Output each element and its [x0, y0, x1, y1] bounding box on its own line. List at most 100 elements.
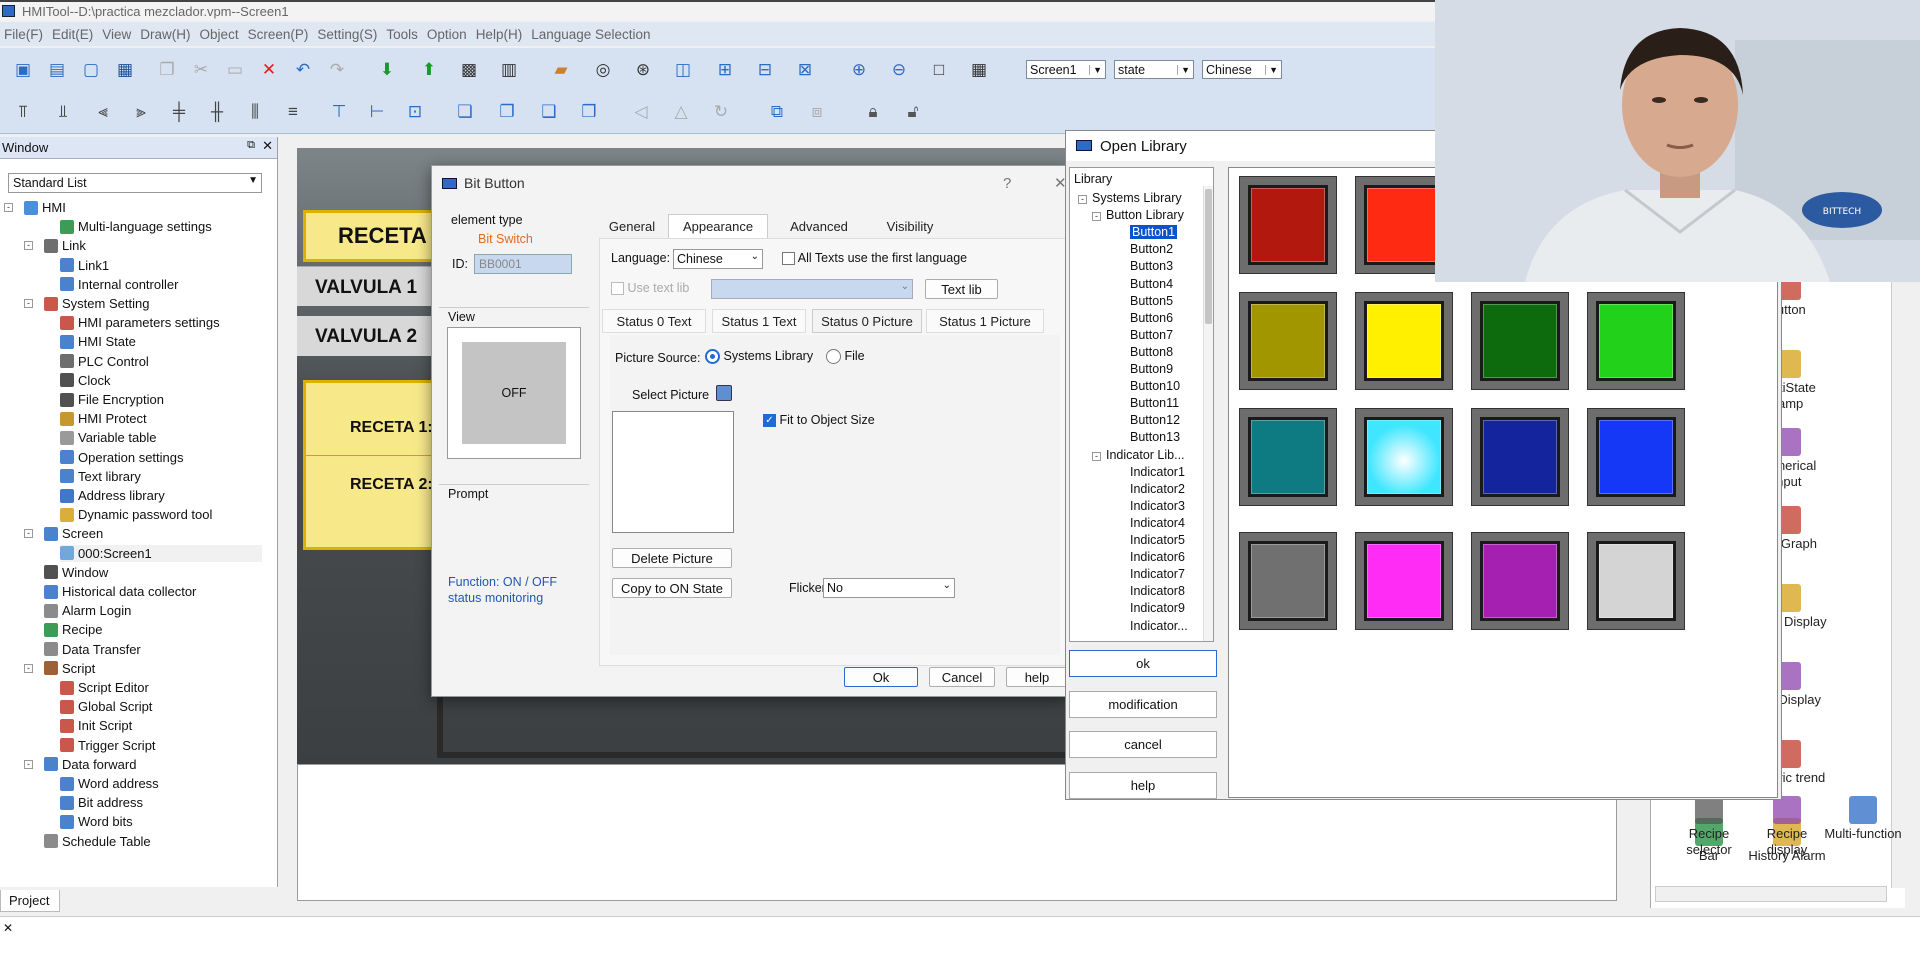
- tree-item[interactable]: HMI Protect: [60, 410, 147, 427]
- library-tree-item[interactable]: Button2: [1130, 242, 1173, 256]
- library-tree-item[interactable]: Indicator7: [1130, 567, 1185, 581]
- grid-icon[interactable]: ▦: [966, 56, 992, 82]
- help-icon[interactable]: ?: [1003, 175, 1011, 192]
- expand-toggle-icon[interactable]: -: [24, 299, 33, 308]
- status-tab[interactable]: Status 1 Picture: [926, 309, 1044, 333]
- tree-item[interactable]: Init Script: [60, 717, 132, 734]
- tree-item[interactable]: Global Script: [60, 698, 152, 715]
- upload-icon[interactable]: ⬆: [416, 56, 442, 82]
- rotate-icon[interactable]: ↻: [708, 98, 734, 124]
- expand-toggle-icon[interactable]: -: [1092, 212, 1101, 222]
- tree-item[interactable]: Alarm Login: [44, 602, 131, 619]
- library-button-picture[interactable]: [1355, 532, 1453, 630]
- expand-toggle-icon[interactable]: -: [24, 759, 33, 769]
- combine-icon[interactable]: ⧉: [764, 98, 790, 124]
- send-back-icon[interactable]: ❐: [494, 98, 520, 124]
- library-tree-item[interactable]: Indicator4: [1130, 516, 1185, 530]
- distribute-v-icon[interactable]: ≡: [280, 98, 306, 124]
- flicker-select[interactable]: No ⌄: [823, 578, 955, 598]
- status-tab[interactable]: Status 0 Picture: [812, 309, 922, 333]
- status-tab[interactable]: Status 0 Text: [602, 309, 706, 333]
- language-select[interactable]: Chinese ⌄: [673, 249, 763, 269]
- paste-icon[interactable]: ▭: [222, 56, 248, 82]
- align-top-icon[interactable]: ⫪: [10, 98, 36, 124]
- tree-item[interactable]: HMI parameters settings: [60, 314, 220, 331]
- library-tree-item[interactable]: Indicator...: [1130, 619, 1188, 633]
- library-button-picture[interactable]: [1355, 408, 1453, 506]
- tab-visibility[interactable]: Visibility: [873, 214, 947, 238]
- tab-project[interactable]: Project: [0, 890, 60, 912]
- group-icon[interactable]: ❑: [536, 98, 562, 124]
- menu-item[interactable]: Option: [427, 27, 476, 42]
- library-button-picture[interactable]: [1239, 292, 1337, 390]
- library-button-picture[interactable]: [1587, 408, 1685, 506]
- file-radio[interactable]: [826, 349, 841, 365]
- select-picture-icon[interactable]: [716, 385, 732, 401]
- close-icon[interactable]: ✕: [262, 138, 273, 154]
- menu-item[interactable]: Screen(P): [248, 27, 318, 42]
- tree-item[interactable]: Script: [44, 660, 95, 677]
- use-text-lib-checkbox[interactable]: [611, 282, 624, 296]
- library-tree-item[interactable]: Button5: [1130, 294, 1173, 308]
- library-help-button[interactable]: help: [1069, 771, 1217, 799]
- library-button-picture[interactable]: [1239, 176, 1337, 274]
- library-tree-item[interactable]: Indicator3: [1130, 499, 1185, 513]
- tree-item[interactable]: File Encryption: [60, 391, 164, 408]
- library-tree-item[interactable]: Button1: [1130, 225, 1178, 240]
- close-icon[interactable]: ✕: [3, 921, 13, 935]
- align-hcenter-icon[interactable]: ╫: [204, 98, 230, 124]
- bring-front-icon[interactable]: ❏: [452, 98, 478, 124]
- menu-item[interactable]: Setting(S): [317, 27, 386, 42]
- tree-item[interactable]: Link: [44, 237, 86, 254]
- tree-item[interactable]: Clock: [60, 372, 111, 389]
- systems-library-radio[interactable]: [705, 349, 720, 365]
- library-tree-item[interactable]: Indicator Lib...: [1106, 448, 1185, 462]
- id-field[interactable]: BB0001: [474, 254, 572, 274]
- status-tab[interactable]: Status 1 Text: [712, 309, 806, 333]
- zoom-out-icon[interactable]: ⊖: [886, 56, 912, 82]
- tree-item[interactable]: Address library: [60, 487, 165, 504]
- library-button-picture[interactable]: [1239, 408, 1337, 506]
- library-tree-item[interactable]: Button3: [1130, 259, 1173, 273]
- menu-item[interactable]: File(F): [4, 27, 52, 42]
- unlock-object-icon[interactable]: 🔓︎: [900, 98, 926, 124]
- cut-icon[interactable]: ✂: [188, 56, 214, 82]
- expand-toggle-icon[interactable]: -: [4, 203, 13, 212]
- tab-general[interactable]: General: [602, 214, 662, 238]
- menu-item[interactable]: View: [102, 27, 140, 42]
- palette-item[interactable]: Recipe display: [1747, 796, 1827, 858]
- fit-screen-icon[interactable]: □: [926, 56, 952, 82]
- tab-advanced[interactable]: Advanced: [773, 214, 865, 238]
- copy-icon[interactable]: ❐: [154, 56, 180, 82]
- library-button-picture[interactable]: [1471, 532, 1569, 630]
- delete-icon[interactable]: ✕: [256, 56, 282, 82]
- align-left-icon[interactable]: ⫷: [90, 98, 116, 124]
- library-modification-button[interactable]: modification: [1069, 690, 1217, 718]
- align-vcenter-icon[interactable]: ╪: [166, 98, 192, 124]
- library-tree-item[interactable]: Indicator2: [1130, 482, 1185, 496]
- same-size-icon[interactable]: ⊡: [402, 98, 428, 124]
- library-tree-item[interactable]: Indicator9: [1130, 601, 1185, 615]
- text-lib-button[interactable]: Text lib: [925, 279, 998, 299]
- state-select[interactable]: state ▼: [1114, 60, 1194, 79]
- download-icon[interactable]: ⬇: [374, 56, 400, 82]
- expand-toggle-icon[interactable]: -: [1092, 451, 1101, 461]
- library-tree-item[interactable]: Button8: [1130, 345, 1173, 359]
- tree-item[interactable]: Script Editor: [60, 679, 149, 696]
- tree-item[interactable]: Window: [44, 564, 108, 581]
- palette-item[interactable]: Multi-function: [1823, 796, 1903, 842]
- text-lib-select[interactable]: ⌄: [711, 279, 913, 299]
- copy-on-state-button[interactable]: Copy to ON State: [612, 578, 732, 598]
- library-tree-item[interactable]: Systems Library: [1092, 191, 1182, 205]
- screen-select[interactable]: Screen1 ▼: [1026, 60, 1106, 79]
- library-button-picture[interactable]: [1587, 292, 1685, 390]
- tree-item[interactable]: Multi-language settings: [60, 218, 212, 235]
- expand-toggle-icon[interactable]: -: [1078, 195, 1087, 204]
- library-cancel-button[interactable]: cancel: [1069, 731, 1217, 758]
- distribute-h-icon[interactable]: ⫼: [242, 98, 268, 124]
- tree-item[interactable]: Data forward: [44, 756, 136, 773]
- tree-item[interactable]: System Setting: [44, 295, 149, 312]
- menu-item[interactable]: Edit(E): [52, 27, 102, 42]
- menu-item[interactable]: Draw(H): [140, 27, 199, 42]
- expand-toggle-icon[interactable]: -: [24, 241, 33, 251]
